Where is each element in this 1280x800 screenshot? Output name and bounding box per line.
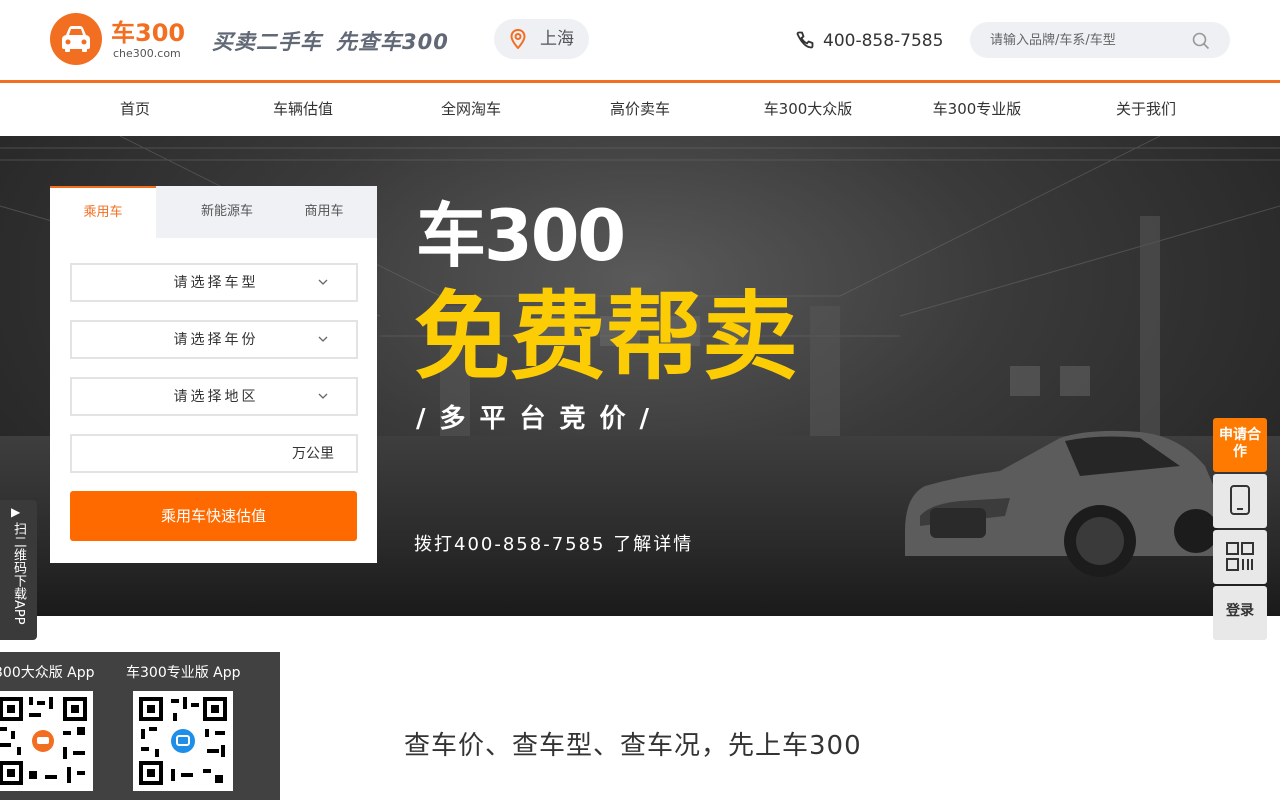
hero-call-to-action: 拨打400-858-7585 了解详情 (414, 534, 694, 555)
year-select-label: 请选择年份 (173, 332, 259, 348)
region-select[interactable]: 请选择地区 (70, 377, 358, 416)
qr-code-button[interactable] (1213, 530, 1267, 584)
qr-code-icon (0, 697, 87, 785)
nav-item-public-edition[interactable]: 车300大众版 (748, 99, 868, 119)
model-select[interactable]: 请选择车型 (70, 263, 358, 302)
download-app-label: 扫二维码下载APP (11, 522, 26, 625)
model-select-label: 请选择车型 (173, 275, 259, 291)
slogan: 买卖二手车 先查车300 (212, 28, 449, 56)
nav-item-sell-car[interactable]: 高价卖车 (580, 99, 700, 119)
year-select[interactable]: 请选择年份 (70, 320, 358, 359)
tab-commercial[interactable]: 商用车 (289, 186, 359, 238)
nav-item-home[interactable]: 首页 (75, 99, 195, 119)
nav-item-buy-cars[interactable]: 全网淘车 (411, 99, 531, 119)
car-image (905, 430, 1218, 577)
nav-item-about[interactable]: 关于我们 (1086, 99, 1206, 119)
slogan-part-2: 先查车300 (336, 30, 449, 54)
valuation-form: 乘用车 新能源车 商用车 请选择车型 请选择年份 请选择地区 万公里 乘用车快速… (50, 186, 377, 563)
login-label: 登录 (1226, 603, 1254, 619)
expand-arrow-icon: ▶ (11, 505, 21, 519)
hotline-number: 400-858-7585 (823, 31, 944, 51)
car-logo-icon (50, 13, 102, 65)
qr-code-public-app (0, 691, 93, 791)
mileage-unit: 万公里 (292, 446, 334, 462)
app-qr-panel: 车300大众版 App 车300专业版 App (0, 652, 280, 800)
logo-text: 车300 (111, 19, 186, 47)
logo-domain: che300.com (113, 47, 181, 60)
search-icon[interactable] (1192, 32, 1210, 50)
vehicle-type-tabs: 乘用车 新能源车 商用车 (50, 186, 377, 238)
qr-code-icon (1226, 542, 1254, 571)
tab-new-energy[interactable]: 新能源车 (187, 186, 267, 238)
tab-passenger-car[interactable]: 乘用车 (50, 186, 156, 238)
nav-item-pro-edition[interactable]: 车300专业版 (917, 99, 1037, 119)
phone-icon (796, 31, 814, 49)
slogan-part-1: 买卖二手车 (212, 30, 322, 54)
mobile-app-button[interactable] (1213, 474, 1267, 528)
apply-cooperation-button[interactable]: 申请合作 (1213, 418, 1267, 472)
mileage-input[interactable] (82, 444, 282, 464)
mileage-field: 万公里 (70, 434, 358, 473)
hero-headline: 免费帮卖 (414, 281, 798, 393)
section-tagline: 查车价、查车型、查车况，先上车300 (404, 731, 862, 761)
chevron-down-icon (318, 393, 328, 399)
qr-title-pro: 车300专业版 App (126, 665, 241, 681)
qr-code-pro-app (133, 691, 233, 791)
qr-title-public: 车300大众版 App (0, 665, 95, 681)
chevron-down-icon (318, 336, 328, 342)
city-name: 上海 (540, 29, 574, 49)
logo[interactable]: 车300 che300.com (50, 13, 190, 65)
location-pin-icon (510, 29, 526, 49)
chevron-down-icon (318, 279, 328, 285)
city-selector[interactable]: 上海 (494, 19, 589, 59)
quick-valuation-button[interactable]: 乘用车快速估值 (70, 491, 357, 541)
qr-code-icon (139, 697, 227, 785)
tablet-icon (1230, 485, 1250, 515)
nav-item-valuation[interactable]: 车辆估值 (243, 99, 363, 119)
region-select-label: 请选择地区 (173, 389, 259, 405)
download-app-tab[interactable]: ▶ 扫二维码下载APP (0, 500, 37, 640)
login-button[interactable]: 登录 (1213, 586, 1267, 640)
apply-cooperation-label: 申请合作 (1219, 427, 1261, 460)
hero-subtitle: /多平台竞价/ (416, 404, 663, 434)
search-input[interactable] (990, 29, 1180, 51)
search-box (970, 22, 1230, 58)
header: 车300 che300.com 买卖二手车 先查车300 上海 400-858-7… (0, 0, 1280, 80)
main-nav: 首页 车辆估值 全网淘车 高价卖车 车300大众版 车300专业版 关于我们 (0, 83, 1280, 136)
hero-brand: 车300 (416, 195, 626, 277)
